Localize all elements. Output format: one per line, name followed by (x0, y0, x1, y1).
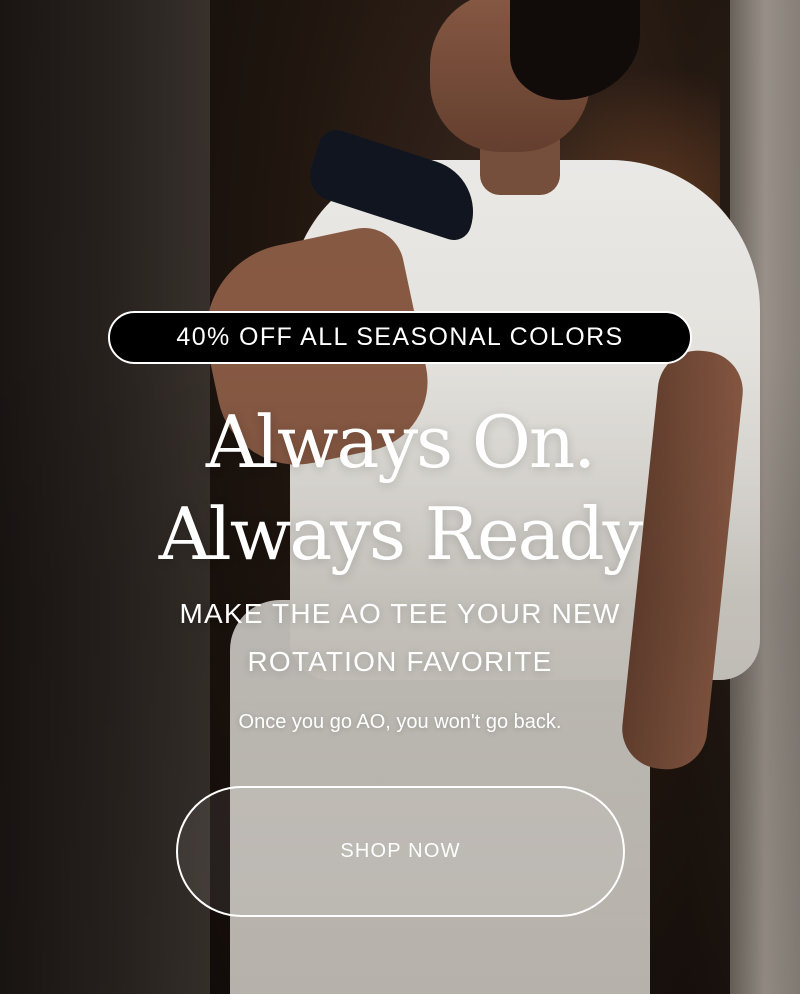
hero-subheadline: MAKE THE AO TEE YOUR NEW ROTATION FAVORI… (0, 590, 800, 686)
subheadline-line-2: ROTATION FAVORITE (247, 646, 553, 677)
headline-line-2: Always Ready (158, 492, 644, 576)
headline-line-1: Always On. (205, 400, 596, 484)
hero-headline: Always On. Always Ready (0, 396, 800, 580)
shop-now-button[interactable]: SHOP NOW (176, 786, 625, 917)
hero-tagline: Once you go AO, you won't go back. (238, 711, 562, 733)
promo-hero: 40% OFF ALL SEASONAL COLORS Always On. A… (0, 0, 800, 994)
subheadline-line-1: MAKE THE AO TEE YOUR NEW (179, 598, 621, 629)
promo-badge: 40% OFF ALL SEASONAL COLORS (108, 311, 692, 364)
